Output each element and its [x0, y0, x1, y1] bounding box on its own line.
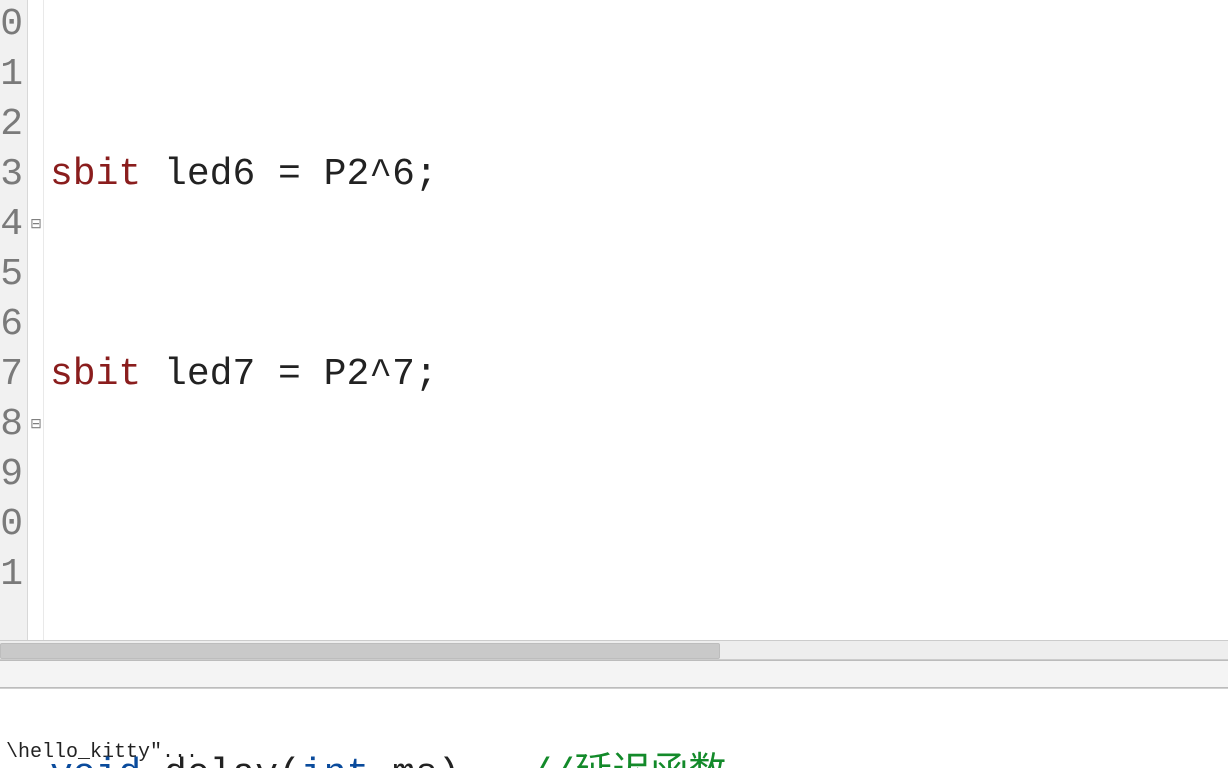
line-number: 1	[0, 550, 27, 600]
param-name: ms	[392, 753, 438, 768]
line-number: 0	[0, 500, 27, 550]
fold-toggle-icon[interactable]: ⊟	[29, 400, 43, 450]
keyword-sbit: sbit	[50, 153, 141, 196]
line-number: 7	[0, 350, 27, 400]
register-ref: P2^7	[324, 353, 415, 396]
comment: //延迟函数	[529, 753, 727, 768]
code-editor[interactable]: 0 1 2 3 4 5 6 7 8 9 0 1 ⊟ ⊟ sbit led6 = …	[0, 0, 1228, 640]
keyword-int: int	[301, 753, 369, 768]
identifier: led6	[164, 153, 255, 196]
line-number: 6	[0, 300, 27, 350]
code-line[interactable]: sbit led6 = P2^6;	[44, 150, 1228, 200]
identifier: led7	[164, 353, 255, 396]
horizontal-scrollbar-thumb[interactable]	[0, 643, 720, 659]
line-number: 0	[0, 0, 27, 50]
line-number: 9	[0, 450, 27, 500]
register-ref: P2^6	[324, 153, 415, 196]
line-number: 5	[0, 250, 27, 300]
line-number: 3	[0, 150, 27, 200]
keyword-sbit: sbit	[50, 353, 141, 396]
line-number: 4	[0, 200, 27, 250]
code-area[interactable]: sbit led6 = P2^6; sbit led7 = P2^7; void…	[44, 0, 1228, 640]
code-line[interactable]: void delay(int ms) //延迟函数	[44, 750, 1228, 768]
line-number-gutter: 0 1 2 3 4 5 6 7 8 9 0 1	[0, 0, 28, 640]
function-name: delay	[164, 753, 278, 768]
horizontal-scrollbar[interactable]	[0, 640, 1228, 660]
fold-column: ⊟ ⊟	[28, 0, 44, 640]
code-line[interactable]	[44, 550, 1228, 600]
line-number: 1	[0, 50, 27, 100]
line-number: 8	[0, 400, 27, 450]
line-number: 2	[0, 100, 27, 150]
code-line[interactable]: sbit led7 = P2^7;	[44, 350, 1228, 400]
keyword-void: void	[50, 753, 141, 768]
fold-toggle-icon[interactable]: ⊟	[29, 200, 43, 250]
